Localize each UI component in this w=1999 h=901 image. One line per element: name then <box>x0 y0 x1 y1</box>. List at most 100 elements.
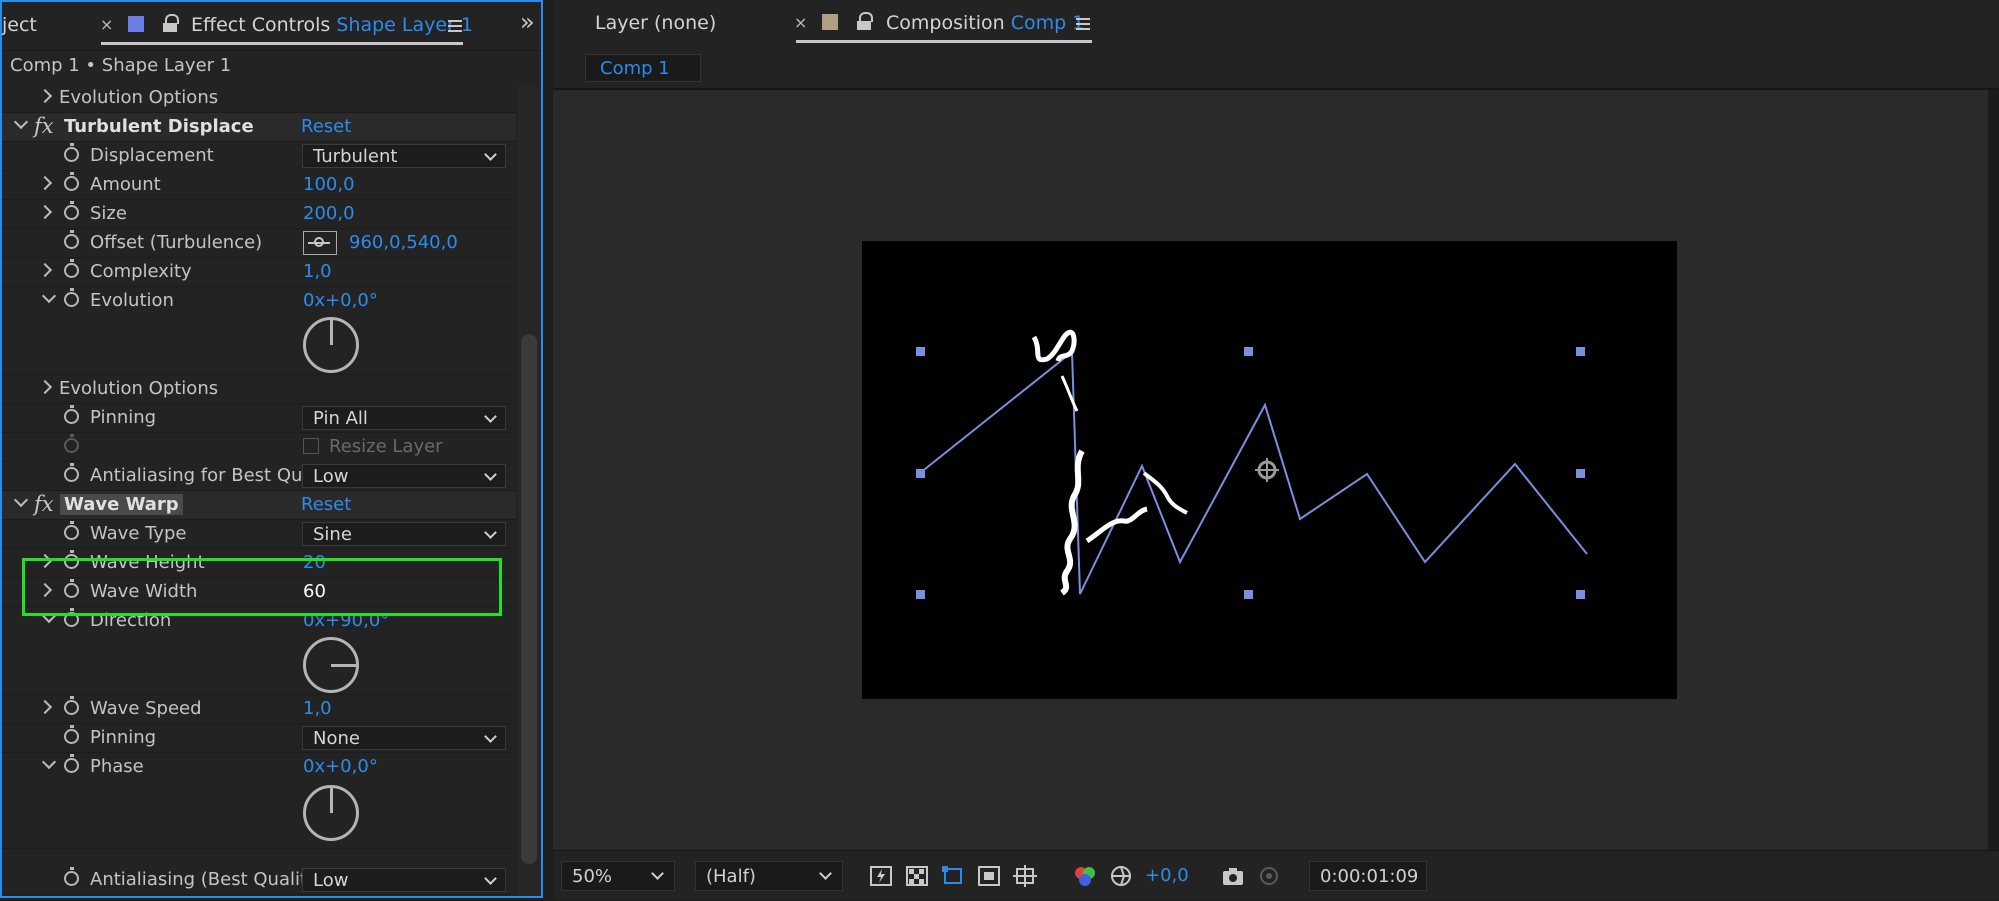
anchor-point-icon[interactable] <box>1255 458 1279 482</box>
close-tab-icon[interactable]: × <box>100 15 113 34</box>
property-label: Phase <box>90 756 144 777</box>
effect-row-turbulent-displace[interactable]: fx Turbulent Displace Reset <box>2 113 516 142</box>
stopwatch-icon[interactable] <box>64 230 79 249</box>
chevron-right-icon[interactable] <box>37 175 53 191</box>
pinning-dropdown[interactable]: Pin All <box>302 406 506 430</box>
resolution-dropdown[interactable]: (Half) <box>695 861 843 891</box>
evolution-value[interactable]: 0x+0,0° <box>303 290 378 311</box>
property-row-wave-speed[interactable]: Wave Speed 1,0 <box>2 695 516 724</box>
comp-breadcrumb-button[interactable]: Comp 1 <box>585 54 701 82</box>
stopwatch-icon[interactable] <box>64 754 79 773</box>
panel-menu-icon[interactable] <box>448 20 462 22</box>
resize-layer-checkbox[interactable] <box>303 438 319 454</box>
offset-value[interactable]: 960,0,540,0 <box>349 232 458 253</box>
property-row-phase[interactable]: Phase 0x+0,0° <box>2 753 516 849</box>
property-row-offset-turbulence[interactable]: Offset (Turbulence) 960,0,540,0 <box>2 229 516 258</box>
property-row-antialiasing[interactable]: Antialiasing for Best Qua Low <box>2 462 516 491</box>
lock-icon[interactable] <box>163 14 179 32</box>
property-row-pinning[interactable]: Pinning None <box>2 724 516 753</box>
stopwatch-icon[interactable] <box>64 696 79 715</box>
close-tab-icon[interactable]: × <box>794 13 807 32</box>
fast-previews-icon[interactable] <box>869 865 893 887</box>
chevron-down-icon[interactable] <box>13 492 29 508</box>
panel-menu-icon[interactable] <box>1076 18 1090 20</box>
property-row-pinning[interactable]: Pinning Pin All <box>2 404 516 433</box>
phase-value[interactable]: 0x+0,0° <box>303 756 378 777</box>
property-row-evolution[interactable]: Evolution 0x+0,0° <box>2 287 516 375</box>
property-row-size[interactable]: Size 200,0 <box>2 200 516 229</box>
stopwatch-icon[interactable] <box>64 172 79 191</box>
crosshair-icon[interactable] <box>303 231 337 255</box>
angle-dial[interactable] <box>303 317 359 373</box>
transparency-grid-icon[interactable] <box>905 865 929 887</box>
double-chevron-right-icon[interactable]: » <box>520 8 535 36</box>
property-row-evolution-options[interactable]: Evolution Options <box>2 375 516 404</box>
shape-path[interactable] <box>919 349 1588 595</box>
property-row-antialiasing[interactable]: Antialiasing (Best Qualit Low <box>2 866 516 895</box>
composition-viewer[interactable] <box>553 90 1988 850</box>
lock-icon[interactable] <box>857 12 873 30</box>
property-row-amount[interactable]: Amount 100,0 <box>2 171 516 200</box>
tab-layer[interactable]: Layer (none) <box>595 12 716 34</box>
transform-handles[interactable] <box>916 347 1585 599</box>
stopwatch-icon[interactable] <box>64 288 79 307</box>
amount-value[interactable]: 100,0 <box>303 174 355 195</box>
tab-composition[interactable]: Composition Comp 1 <box>886 12 1084 34</box>
reset-link[interactable]: Reset <box>301 494 351 515</box>
zoom-dropdown[interactable]: 50% <box>561 861 675 891</box>
chevron-right-icon[interactable] <box>37 379 53 395</box>
color-management-icon[interactable] <box>1109 865 1133 887</box>
stopwatch-icon[interactable] <box>64 867 79 886</box>
snapshot-camera-icon[interactable] <box>1221 865 1245 887</box>
property-row-wave-type[interactable]: Wave Type Sine <box>2 520 516 549</box>
scrollbar[interactable] <box>518 84 540 896</box>
show-snapshot-icon[interactable] <box>1257 865 1281 887</box>
wave-speed-value[interactable]: 1,0 <box>303 698 332 719</box>
exposure-value[interactable]: +0,0 <box>1145 865 1189 886</box>
size-value[interactable]: 200,0 <box>303 203 355 224</box>
property-row-evolution-options[interactable]: Evolution Options <box>2 84 516 113</box>
stopwatch-icon[interactable] <box>64 463 79 482</box>
stopwatch-icon[interactable] <box>64 725 79 744</box>
stopwatch-icon[interactable] <box>64 405 79 424</box>
left-panel-tab-bar: ject × Effect Controls Shape Layer 1 » <box>2 2 541 50</box>
tab-effect-controls[interactable]: Effect Controls Shape Layer 1 <box>191 14 473 36</box>
region-of-interest-icon[interactable] <box>977 865 1001 887</box>
displacement-dropdown[interactable]: Turbulent <box>302 144 506 168</box>
chevron-right-icon[interactable] <box>37 262 53 278</box>
mask-visibility-icon[interactable] <box>941 865 965 887</box>
chevron-right-icon[interactable] <box>37 204 53 220</box>
chevron-down-icon[interactable] <box>41 288 57 304</box>
scrollbar-thumb[interactable] <box>521 334 537 864</box>
angle-dial[interactable] <box>303 637 359 693</box>
effect-row-wave-warp[interactable]: fx Wave Warp Reset <box>2 491 516 520</box>
antialiasing-dropdown[interactable]: Low <box>302 464 506 488</box>
property-row-displacement[interactable]: Displacement Turbulent <box>2 142 516 171</box>
chevron-down-icon <box>484 730 497 743</box>
reset-link[interactable]: Reset <box>301 116 351 137</box>
property-row-complexity[interactable]: Complexity 1,0 <box>2 258 516 287</box>
property-row-direction[interactable]: Direction 0x+90,0° <box>2 607 516 695</box>
stopwatch-icon[interactable] <box>64 201 79 220</box>
angle-dial[interactable] <box>303 785 359 841</box>
tab-effect-controls-label: Effect Controls <box>191 14 331 36</box>
pinning-dropdown[interactable]: None <box>302 726 506 750</box>
color-channels-icon[interactable] <box>1073 865 1097 887</box>
timecode-display[interactable]: 0:00:01:09 <box>1309 861 1427 891</box>
chevron-down-icon[interactable] <box>41 754 57 770</box>
antialiasing-dropdown[interactable]: Low <box>302 868 506 892</box>
chevron-right-icon[interactable] <box>37 699 53 715</box>
complexity-value[interactable]: 1,0 <box>303 261 332 282</box>
stopwatch-icon[interactable] <box>64 143 79 162</box>
grid-guides-icon[interactable] <box>1013 865 1037 887</box>
stopwatch-icon[interactable] <box>64 521 79 540</box>
chevron-right-icon[interactable] <box>37 88 53 104</box>
viewer-scrollbar[interactable] <box>1988 90 1999 850</box>
composition-canvas[interactable] <box>862 241 1677 699</box>
chevron-down-icon[interactable] <box>13 114 29 130</box>
wave-type-dropdown[interactable]: Sine <box>302 522 506 546</box>
stopwatch-icon[interactable] <box>64 259 79 278</box>
fx-icon[interactable]: fx <box>34 492 54 516</box>
fx-icon[interactable]: fx <box>34 114 54 138</box>
tab-project[interactable]: ject <box>2 14 37 36</box>
